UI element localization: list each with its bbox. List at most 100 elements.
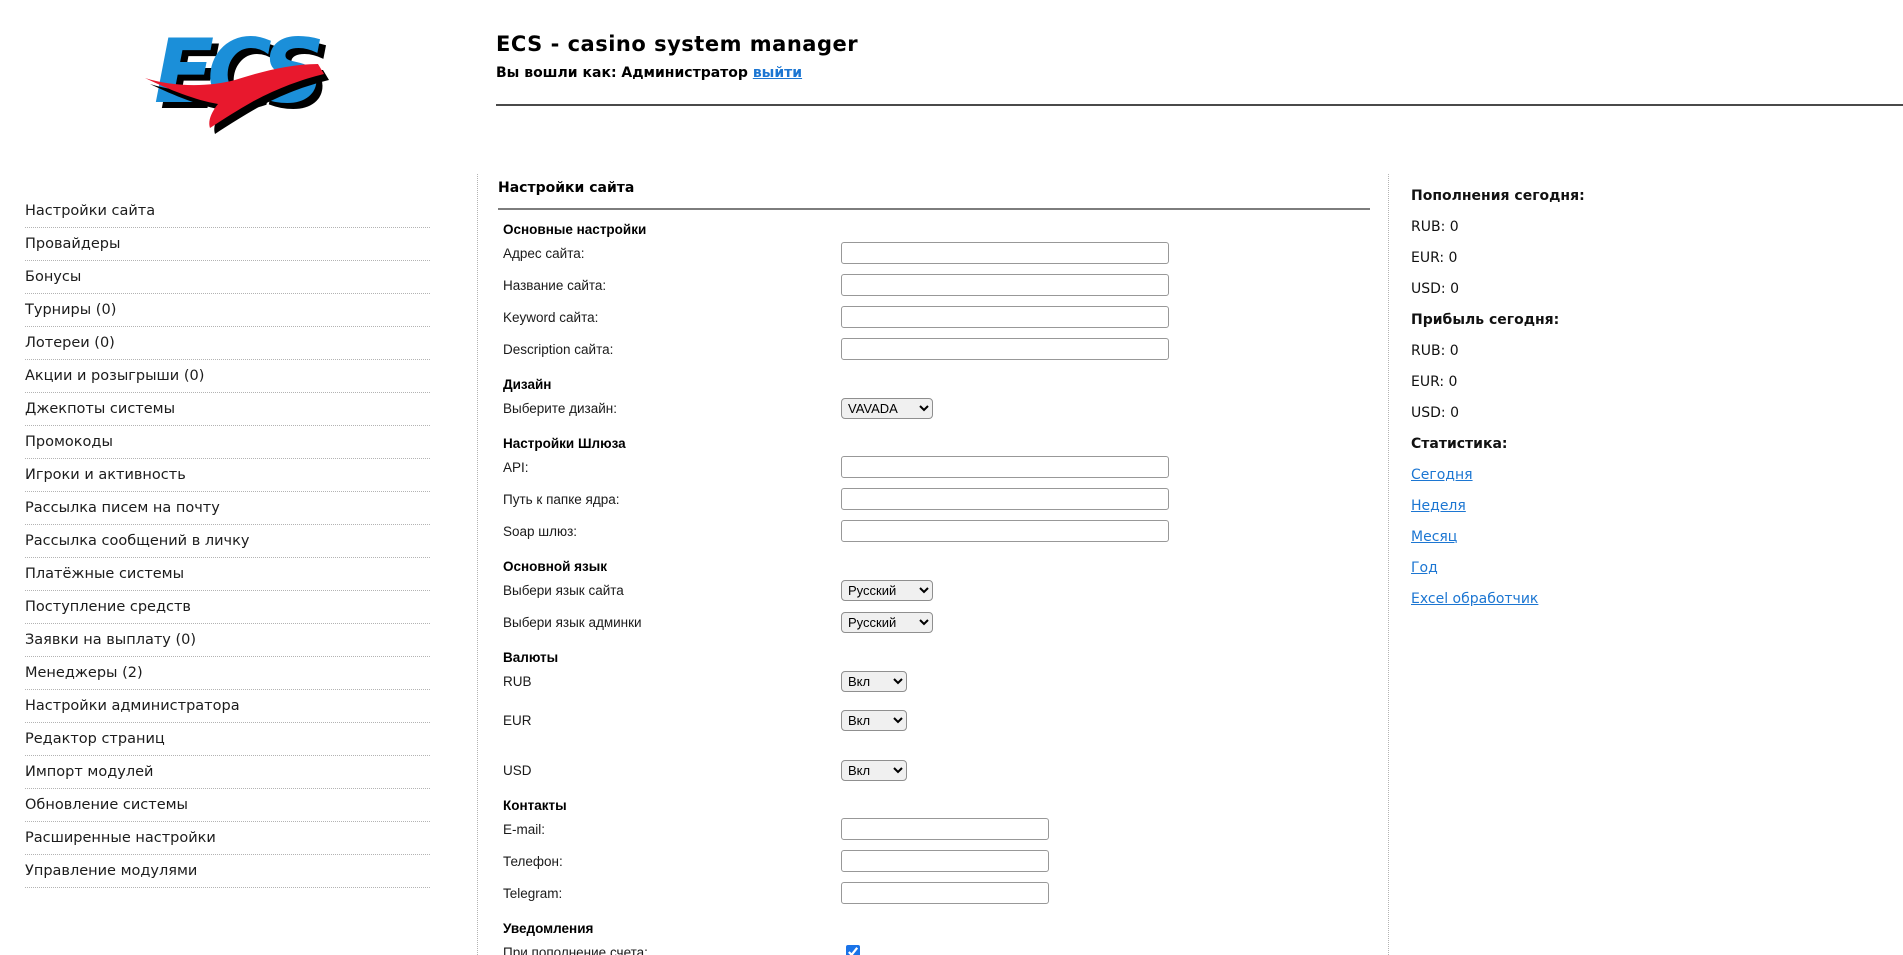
form-row: Telegram:: [498, 877, 1370, 909]
site-address-input[interactable]: [841, 242, 1169, 264]
deposits-eur-value: EUR: 0: [1411, 249, 1458, 266]
form-row: E-mail:: [498, 813, 1370, 845]
sidebar-item-module-import[interactable]: Импорт модулей: [25, 756, 430, 789]
form-row: Description сайта:: [498, 333, 1370, 365]
sidebar-item-module-management[interactable]: Управление модулями: [25, 855, 430, 888]
sidebar-item-email-mailing[interactable]: Рассылка писем на почту: [25, 492, 430, 525]
section-notifications: Уведомления: [503, 921, 594, 936]
sidebar-nav: Настройки сайта Провайдеры Бонусы Турнир…: [25, 195, 430, 888]
sidebar-item-site-settings[interactable]: Настройки сайта: [25, 195, 430, 228]
sidebar-item-tournaments[interactable]: Турниры (0): [25, 294, 430, 327]
panel-title: Настройки сайта: [498, 180, 1370, 210]
admin-language-select[interactable]: Русский: [841, 611, 933, 633]
deposits-usd-value: USD: 0: [1411, 280, 1459, 297]
login-status: Вы вошли как: Администратор выйти: [496, 65, 858, 81]
site-keyword-input[interactable]: [841, 306, 1169, 328]
sidebar-item-bonuses[interactable]: Бонусы: [25, 261, 430, 294]
stats-week-link[interactable]: Неделя: [1411, 498, 1466, 514]
stats-excel-link[interactable]: Excel обработчик: [1411, 591, 1538, 607]
ecs-logo-graphic: ECS ECS: [145, 20, 334, 134]
site-settings-panel: Настройки сайта Основные настройки Адрес…: [498, 180, 1370, 955]
stats-year-link[interactable]: Год: [1411, 560, 1438, 576]
sidebar-item-payout-requests[interactable]: Заявки на выплату (0): [25, 624, 430, 657]
sidebar-item-advanced-settings[interactable]: Расширенные настройки: [25, 822, 430, 855]
sidebar-item-payment-systems[interactable]: Платёжные системы: [25, 558, 430, 591]
form-row: Keyword сайта:: [498, 301, 1370, 333]
field-label: Description сайта:: [503, 341, 614, 357]
form-row: Выбери язык админки Русский: [498, 606, 1370, 638]
section-design: Дизайн: [503, 377, 552, 392]
profit-today-heading: Прибыль сегодня:: [1411, 311, 1560, 328]
rub-select[interactable]: Вкл: [841, 670, 907, 692]
sidebar-item-promotions[interactable]: Акции и розыгрыши (0): [25, 360, 430, 393]
form-row: При пополнение счета:: [498, 936, 1370, 955]
stats-month-link[interactable]: Месяц: [1411, 529, 1457, 545]
sidebar-item-admin-settings[interactable]: Настройки администратора: [25, 690, 430, 723]
field-label: API:: [503, 459, 529, 475]
sidebar-item-players-activity[interactable]: Игроки и активность: [25, 459, 430, 492]
field-label: E-mail:: [503, 821, 546, 837]
phone-input[interactable]: [841, 850, 1049, 872]
logout-link[interactable]: выйти: [753, 65, 802, 81]
sidebar-item-incoming-funds[interactable]: Поступление средств: [25, 591, 430, 624]
deposits-today-heading: Пополнения сегодня:: [1411, 187, 1585, 204]
deposits-rub-value: RUB: 0: [1411, 218, 1459, 235]
section-currencies: Валюты: [503, 650, 559, 665]
sidebar-item-system-update[interactable]: Обновление системы: [25, 789, 430, 822]
profit-rub-value: RUB: 0: [1411, 342, 1459, 359]
field-label: USD: [503, 762, 532, 778]
usd-select[interactable]: Вкл: [841, 759, 907, 781]
sidebar-item-managers[interactable]: Менеджеры (2): [25, 657, 430, 690]
profit-eur-value: EUR: 0: [1411, 373, 1458, 390]
sidebar-item-lotteries[interactable]: Лотереи (0): [25, 327, 430, 360]
site-settings-form: Основные настройки Адрес сайта: Название…: [498, 223, 1370, 955]
deposit-notify-checkbox[interactable]: [846, 945, 860, 955]
form-row: Выберите дизайн: VAVADA: [498, 392, 1370, 424]
sidebar-main-divider: [477, 174, 478, 955]
design-select[interactable]: VAVADA: [841, 397, 933, 419]
stats-today-link[interactable]: Сегодня: [1411, 467, 1473, 483]
main-stats-divider: [1388, 174, 1389, 955]
login-status-text: Вы вошли как: Администратор: [496, 65, 748, 81]
form-row: Адрес сайта:: [498, 237, 1370, 269]
telegram-input[interactable]: [841, 882, 1049, 904]
field-label: При пополнение счета:: [503, 944, 648, 955]
form-row: EUR Вкл: [498, 704, 1370, 736]
header-divider: [496, 104, 1903, 106]
api-input[interactable]: [841, 456, 1169, 478]
field-label: Keyword сайта:: [503, 309, 599, 325]
sidebar-item-jackpots[interactable]: Джекпоты системы: [25, 393, 430, 426]
soap-gateway-input[interactable]: [841, 520, 1169, 542]
section-basic-settings: Основные настройки: [503, 222, 647, 237]
field-label: Выбери язык админки: [503, 614, 642, 630]
eur-select[interactable]: Вкл: [841, 709, 907, 731]
field-label: Выберите дизайн:: [503, 400, 617, 416]
field-label: EUR: [503, 712, 532, 728]
core-path-input[interactable]: [841, 488, 1169, 510]
form-row: Soap шлюз:: [498, 515, 1370, 547]
field-label: Название сайта:: [503, 277, 607, 293]
email-input[interactable]: [841, 818, 1049, 840]
section-main-language: Основной язык: [503, 559, 608, 574]
field-label: Адрес сайта:: [503, 245, 585, 261]
site-language-select[interactable]: Русский: [841, 579, 933, 601]
form-row: Путь к папке ядра:: [498, 483, 1370, 515]
field-label: Soap шлюз:: [503, 523, 578, 539]
form-row: API:: [498, 451, 1370, 483]
statistics-heading: Статистика:: [1411, 435, 1508, 452]
sidebar-item-pm-mailing[interactable]: Рассылка сообщений в личку: [25, 525, 430, 558]
form-row: USD Вкл: [498, 754, 1370, 786]
field-label: Telegram:: [503, 885, 563, 901]
field-label: Выбери язык сайта: [503, 582, 624, 598]
form-row: Телефон:: [498, 845, 1370, 877]
sidebar-item-promocodes[interactable]: Промокоды: [25, 426, 430, 459]
sidebar-item-providers[interactable]: Провайдеры: [25, 228, 430, 261]
section-gateway-settings: Настройки Шлюза: [503, 436, 626, 451]
form-row: Название сайта:: [498, 269, 1370, 301]
site-name-input[interactable]: [841, 274, 1169, 296]
sidebar-item-page-editor[interactable]: Редактор страниц: [25, 723, 430, 756]
site-description-input[interactable]: [841, 338, 1169, 360]
stats-panel: Пополнения сегодня: RUB: 0 EUR: 0 USD: 0…: [1411, 180, 1691, 614]
field-label: Телефон:: [503, 853, 563, 869]
field-label: Путь к папке ядра:: [503, 491, 620, 507]
